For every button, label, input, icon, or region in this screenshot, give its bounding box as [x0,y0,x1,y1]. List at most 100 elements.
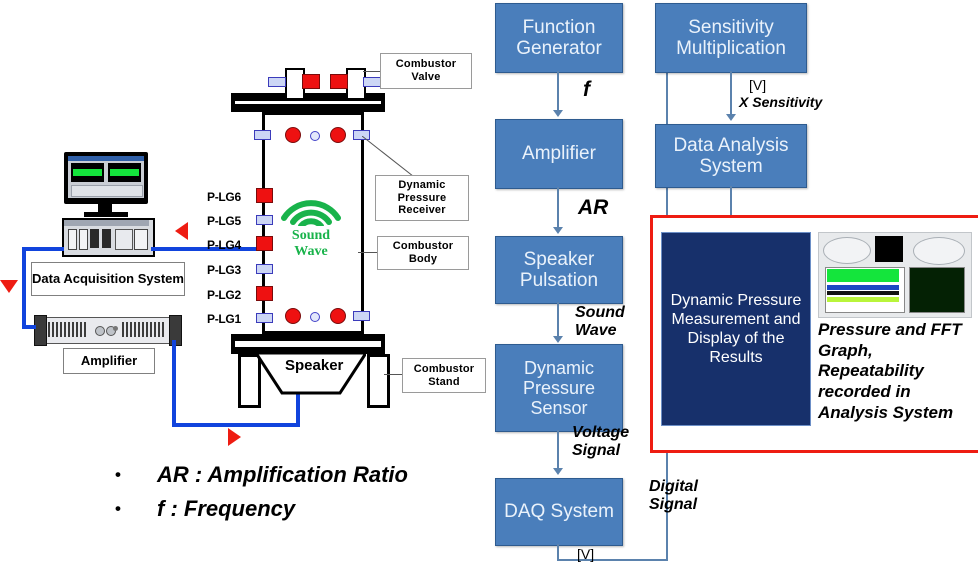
combustor-valve-right-red-port [330,74,348,89]
amplifier-vent-right [122,322,164,337]
daq-module-3 [90,229,99,248]
flow-arrow-to-speaker [228,428,241,446]
combustor-valve-left-blue-port [268,77,286,87]
data-acquisition-system-label-text: Data Acquisition System [32,270,184,286]
callout-combustor-body: Combustor Body [377,236,469,270]
thumb-graph-right [909,267,965,313]
connector-fg-to-amp [557,71,559,113]
flow-arrow-into-daq [175,222,188,240]
edge-label-x-sensitivity: X Sensitivity [739,94,823,110]
connector-sens-to-analysis [730,71,732,119]
receiver-dot-bottom-center [310,312,320,322]
receiver-dot-bottom-right [330,308,346,324]
wire-daq-to-port [151,247,258,251]
arrow-amp-to-speaker [553,227,563,234]
legend-item-ar: • AR : Amplification Ratio [115,462,408,488]
amplifier-knob-1 [95,326,105,336]
legend-item-f: • f : Frequency [115,496,295,522]
flow-box-sensitivity-multiplication-label: Sensitivity Multiplication [676,16,786,59]
monitor-titlebar [68,156,144,161]
amplifier-vent-left [48,322,88,337]
flow-box-data-analysis-system[interactable]: Data Analysis System [655,124,807,188]
combustor-valve-right-blue-port [363,77,381,87]
wire-to-amplifier [22,325,36,329]
stand-leg-right [367,354,390,408]
receiver-dot-bottom-left [285,308,301,324]
amplifier-rack-label: Amplifier [63,348,155,374]
legend-bullet-f: • [115,499,121,518]
amplifier-rack-label-text: Amplifier [80,352,138,368]
edge-label-sound-wave: Sound Wave [575,304,625,339]
callout-combustor-stand-text: Combustor Stand [413,362,475,388]
thumb-trace-blue [827,285,899,290]
receiver-port-bottom-right [353,311,370,321]
arrow-speaker-to-sensor [553,336,563,343]
sound-wave-icon [281,200,341,226]
port-marker-p-lg2 [256,286,273,301]
legend-text-ar: AR : Amplification Ratio [157,462,408,487]
amplifier-rack-ear-left [34,315,47,346]
analysis-screenshot-thumbnail [818,232,972,318]
flow-box-data-analysis-system-label: Data Analysis System [673,134,789,177]
flow-box-speaker-pulsation[interactable]: Speaker Pulsation [495,236,623,304]
callout-dynamic-pressure-receiver-text: Dynamic Pressure Receiver [397,179,447,217]
waveform-trace-left [73,169,102,176]
receiver-dot-top-center [310,131,320,141]
flow-box-daq-system[interactable]: DAQ System [495,478,623,546]
connector-daq-right [557,559,668,561]
wire-amp-out-horizontal [172,423,300,427]
flow-box-function-generator-label: Function Generator [516,16,602,59]
connector-amp-to-speaker [557,187,559,231]
port-label-p-lg6: P-LG6 [207,190,241,204]
connector-speaker-to-sensor [557,302,559,340]
thumb-trace-green-2 [827,297,899,302]
wire-daq-left-stub [22,247,64,251]
daq-module-6 [134,229,148,250]
port-label-p-lg2: P-LG2 [207,288,241,302]
thumb-gauge-right [913,237,965,265]
daq-module-5 [115,229,133,250]
flow-arrow-down-left [0,280,18,293]
wire-left-vertical [22,247,26,329]
port-label-p-lg1: P-LG1 [207,312,241,326]
data-acquisition-system-label: Data Acquisition System [31,262,185,296]
stand-plate-edge-left [231,334,235,354]
wire-amp-out-vertical [172,340,176,426]
flow-box-dynamic-pressure-sensor[interactable]: Dynamic Pressure Sensor [495,344,623,432]
callout-combustor-body-text: Combustor Body [392,240,454,265]
receiver-dot-top-right [330,127,346,143]
combustor-valve-left-red-port [302,74,320,89]
callout-combustor-valve-text: Combustor Valve [395,58,457,83]
port-marker-p-lg5 [256,215,273,225]
flow-box-dynamic-pressure-sensor-label: Dynamic Pressure Sensor [522,357,596,419]
connector-sensor-to-daq [557,430,559,472]
sound-wave-label: Sound Wave [291,228,331,260]
port-marker-p-lg3 [256,264,273,274]
stand-plate-edge-right [381,334,385,354]
monitor-controls [71,185,143,197]
arrow-sensor-to-daq [553,468,563,475]
waveform-trace-right [110,169,139,176]
results-caption: Pressure and FFT Graph, Repeatability re… [818,320,962,422]
legend-text-f: f : Frequency [157,496,296,521]
thumb-trace-dark [827,291,899,295]
flow-box-daq-system-label: DAQ System [504,501,614,523]
edge-label-ar: AR [578,196,609,219]
flow-box-sensitivity-multiplication[interactable]: Sensitivity Multiplication [655,3,807,73]
receiver-port-top-left [254,130,271,140]
thumb-gauge-left [823,237,871,264]
flow-box-amplifier[interactable]: Amplifier [495,119,623,189]
legend-bullet-ar: • [115,465,121,484]
port-label-p-lg5: P-LG5 [207,214,241,228]
thumb-trace-green-1 [827,269,899,282]
combustor-flange-edge-right [381,93,385,112]
combustor-top-flange-2 [231,104,385,112]
results-navy-box-label: Dynamic Pressure Measurement and Display… [670,291,802,367]
flow-box-speaker-pulsation-label: Speaker Pulsation [519,248,599,291]
flow-box-function-generator[interactable]: Function Generator [495,3,623,73]
monitor-stand-base [84,212,128,217]
results-navy-box[interactable]: Dynamic Pressure Measurement and Display… [661,232,811,426]
daq-module-1 [68,229,77,250]
daq-module-2 [79,229,88,250]
edge-label-volts-sensitivity: [V] [749,77,767,93]
